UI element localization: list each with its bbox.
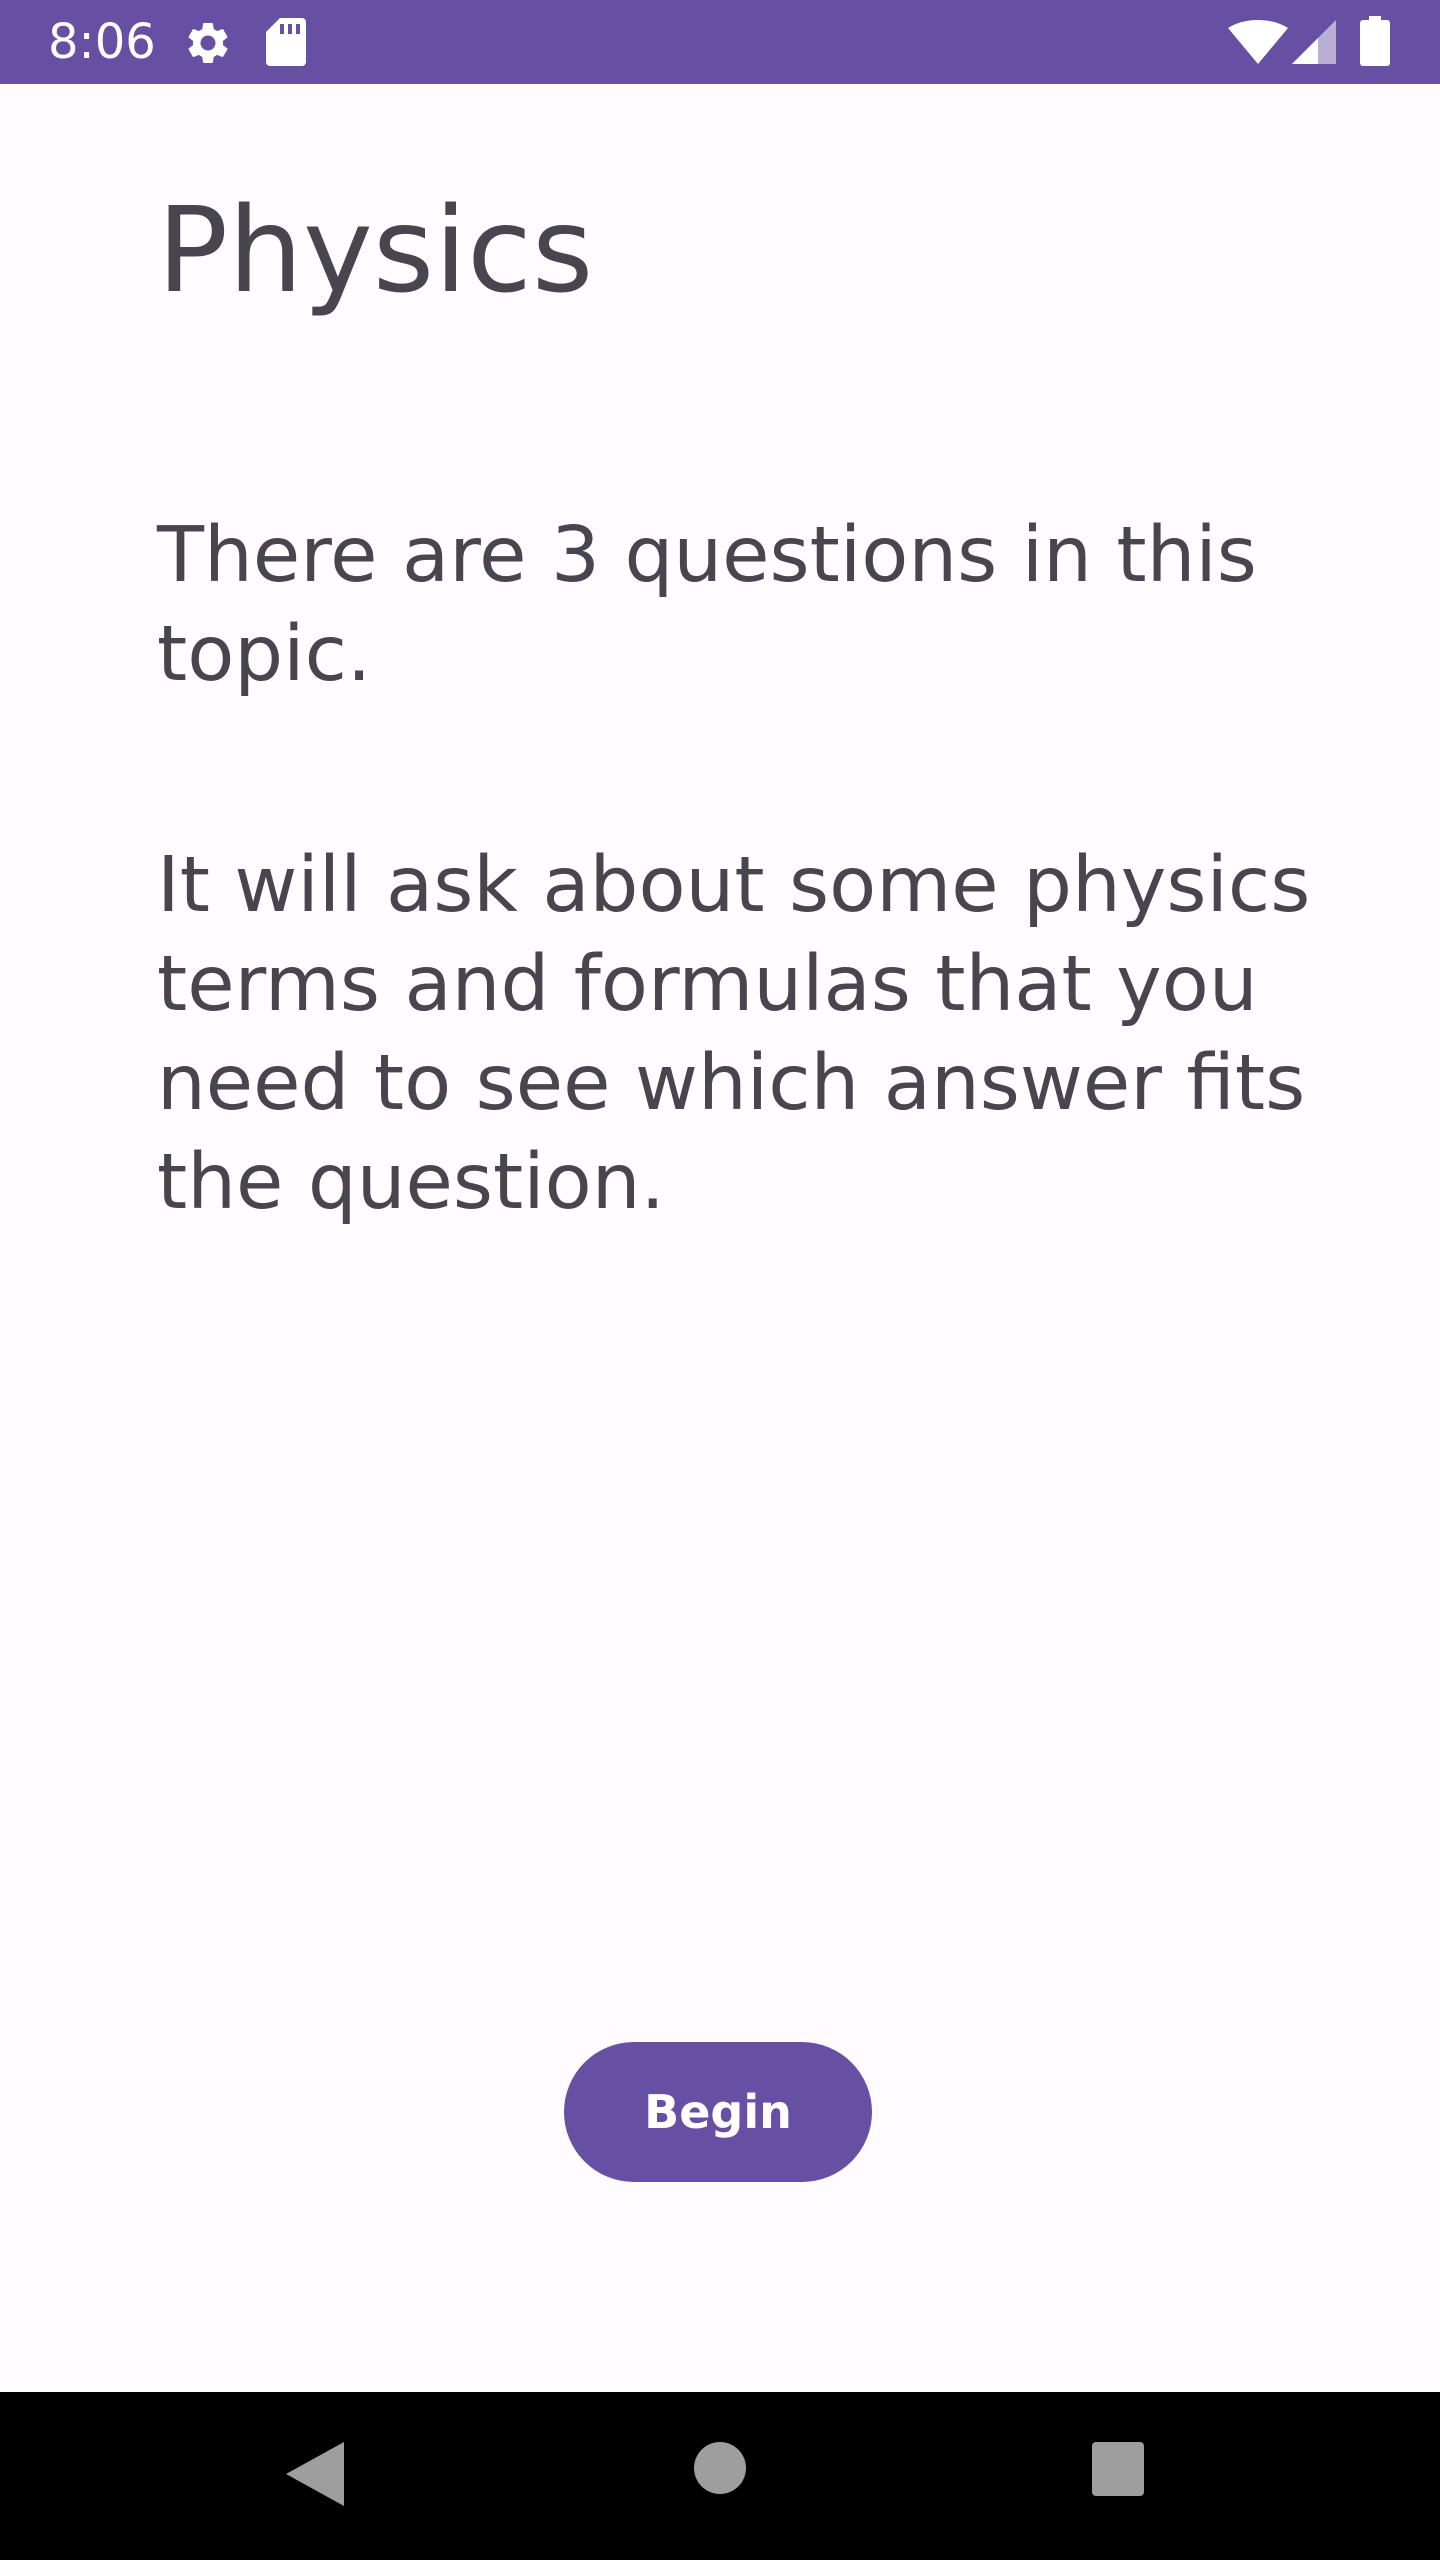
settings-gear-icon (188, 22, 228, 63)
page-title: Physics (157, 181, 594, 319)
home-icon[interactable] (694, 2442, 746, 2494)
topic-description-text: It will ask about some physics terms and… (157, 841, 1311, 1227)
status-bar: 8:06 (0, 0, 1440, 84)
navigation-bar (0, 2392, 1440, 2560)
wifi-icon (1228, 20, 1288, 64)
status-time: 8:06 (48, 14, 156, 70)
battery-icon (1360, 16, 1390, 66)
back-icon[interactable] (286, 2442, 344, 2506)
recents-icon[interactable] (1092, 2442, 1144, 2496)
begin-button[interactable]: Begin (564, 2042, 872, 2182)
sd-card-icon (266, 18, 306, 66)
cell-signal-icon (1292, 20, 1336, 64)
question-count-text: There are 3 questions in this topic. (157, 511, 1257, 699)
